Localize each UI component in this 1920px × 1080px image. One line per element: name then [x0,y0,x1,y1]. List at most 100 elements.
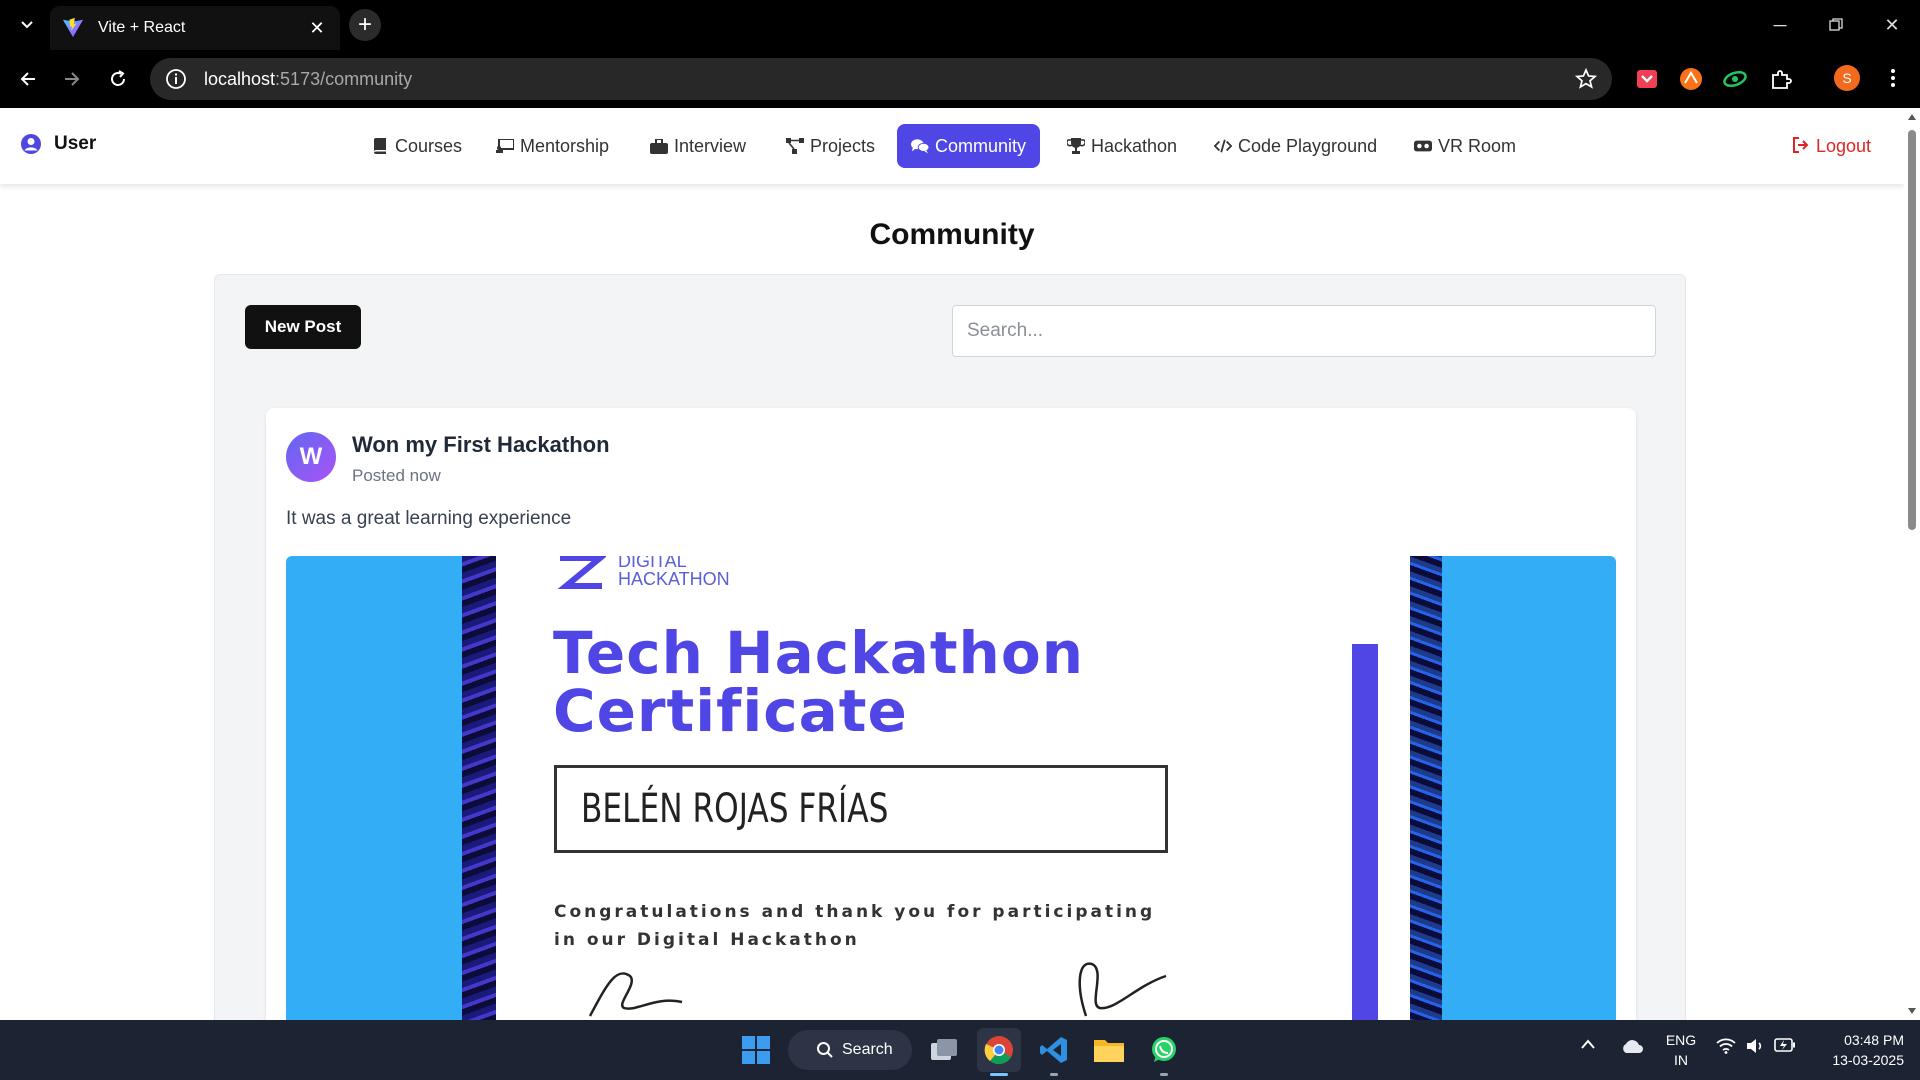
nav-projects[interactable]: Projects [772,124,889,168]
taskbar-search[interactable]: Search [788,1030,912,1070]
system-clock[interactable]: 03:48 PM 13-03-2025 [1812,1030,1904,1070]
post-image-certificate[interactable]: DIGITAL HACKATHON Tech Hackathon Certifi… [286,556,1616,1020]
vite-favicon-icon [62,17,84,38]
nav-label: VR Room [1438,135,1517,156]
new-post-button[interactable]: New Post [245,305,361,349]
whatsapp-icon[interactable] [1142,1028,1186,1072]
post-timestamp: Posted now [352,466,441,485]
nav-label: Code Playground [1238,135,1378,156]
nav-hackathon[interactable]: Hackathon [1053,124,1191,168]
nav-label: Community [935,135,1027,156]
diagram-icon [786,137,804,155]
certificate-heading: Tech Hackathon Certificate [553,624,1084,740]
browser-menu-icon[interactable] [1880,65,1906,91]
whatsapp-running-indicator [1160,1073,1168,1076]
nav-vr-room[interactable]: VR Room [1400,124,1530,168]
certificate-logo-line1: DIGITAL [618,556,687,571]
user-profile-link[interactable]: User [20,133,96,155]
file-explorer-icon[interactable] [1087,1028,1131,1072]
vscode-running-indicator [1050,1073,1058,1076]
search-icon [817,1042,833,1058]
app-navbar: User Courses Mentorship Interview Projec… [0,108,1904,184]
signature-right-icon [1078,962,1167,1017]
vr-headset-icon [1414,137,1432,155]
comments-icon [911,137,929,155]
reload-icon[interactable] [102,63,134,95]
scrollbar-thumb[interactable] [1908,130,1916,530]
back-arrow-icon[interactable] [12,63,44,95]
address-bar[interactable]: localhost:5173/community [150,58,1612,100]
certificate-recipient-box: BELÉN ROJAS FRÍAS [554,765,1168,853]
nav-mentorship[interactable]: Mentorship [482,124,623,168]
certificate-heading-line2: Certificate [553,677,908,745]
volume-icon[interactable] [1746,1038,1764,1054]
certificate-message-line1: Congratulations and thank you for partic… [554,902,1156,922]
code-icon [1214,137,1232,155]
author-avatar[interactable]: W [286,432,336,482]
user-circle-icon [21,134,41,154]
nav-label: Hackathon [1091,135,1178,156]
nav-courses[interactable]: Courses [357,124,476,168]
onedrive-cloud-icon[interactable] [1620,1038,1644,1054]
chalkboard-icon [496,137,514,155]
scroll-up-icon[interactable] [1907,112,1917,122]
restore-icon[interactable] [1808,0,1864,50]
post-body: It was a great learning experience [286,508,572,529]
certificate-right-stripe [1410,556,1442,1020]
wifi-icon[interactable] [1716,1038,1736,1054]
user-label: User [54,133,97,154]
scroll-down-icon[interactable] [1907,1006,1917,1016]
clock-date: 13-03-2025 [1832,1052,1904,1068]
browser-tab-bar: Vite + React ✕ + ─ ✕ [0,0,1920,50]
tab-close-icon[interactable]: ✕ [306,17,328,39]
briefcase-icon [650,137,668,155]
page-title: Community [869,218,1035,251]
lang-line2: IN [1674,1052,1688,1068]
nav-label: Courses [395,135,463,156]
clock-time: 03:48 PM [1844,1032,1904,1048]
chrome-taskbar-icon[interactable] [977,1028,1021,1072]
tab-search-chevron-icon[interactable] [14,12,40,38]
input-language[interactable]: ENG IN [1664,1030,1698,1070]
url-host: localhost [204,68,276,89]
window-close-icon[interactable]: ✕ [1864,0,1920,50]
tab-title: Vite + React [98,19,186,36]
battery-charging-icon[interactable] [1774,1038,1796,1052]
search-input[interactable] [952,305,1656,357]
extensions-puzzle-icon[interactable] [1768,66,1794,92]
profile-avatar[interactable]: S [1834,65,1860,91]
forward-arrow-icon[interactable] [56,63,88,95]
book-icon [371,137,389,155]
green-extension-icon[interactable] [1722,66,1748,92]
nav-code-playground[interactable]: Code Playground [1200,124,1391,168]
pocket-extension-icon[interactable] [1634,66,1660,92]
logout-button[interactable]: Logout [1792,124,1871,168]
browser-tab[interactable]: Vite + React ✕ [50,6,340,50]
page-scrollbar[interactable] [1904,108,1920,1020]
orange-extension-icon[interactable] [1678,66,1704,92]
bookmark-star-icon[interactable] [1574,67,1598,91]
nav-community[interactable]: Community [897,124,1041,168]
logout-label: Logout [1816,135,1872,156]
windows-start-icon[interactable] [734,1028,778,1072]
certificate-logo-line2: HACKATHON [618,569,730,589]
windows-taskbar: Search ENG IN 03:48 PM 13-03-2025 [0,1020,1920,1080]
certificate-heading-line1: Tech Hackathon [553,619,1084,687]
certificate-left-stripe [462,556,496,1020]
certificate-message-line2: in our Digital Hackathon [554,930,860,950]
task-view-icon[interactable] [923,1028,967,1072]
nav-interview[interactable]: Interview [636,124,760,168]
site-info-icon[interactable] [164,67,188,91]
tray-chevron-up-icon[interactable] [1580,1038,1596,1050]
chrome-active-indicator [990,1073,1008,1076]
minimize-icon[interactable]: ─ [1752,0,1808,50]
new-tab-button[interactable]: + [349,9,381,41]
sign-out-icon [1792,137,1810,155]
browser-toolbar: localhost:5173/community S [0,50,1920,108]
certificate-logo: DIGITAL HACKATHON [556,556,730,590]
hackathon-logo-icon [557,556,606,589]
nav-label: Interview [674,135,747,156]
certificate-accent-bar [1352,644,1378,1020]
vscode-taskbar-icon[interactable] [1032,1028,1076,1072]
lang-line1: ENG [1665,1032,1697,1048]
